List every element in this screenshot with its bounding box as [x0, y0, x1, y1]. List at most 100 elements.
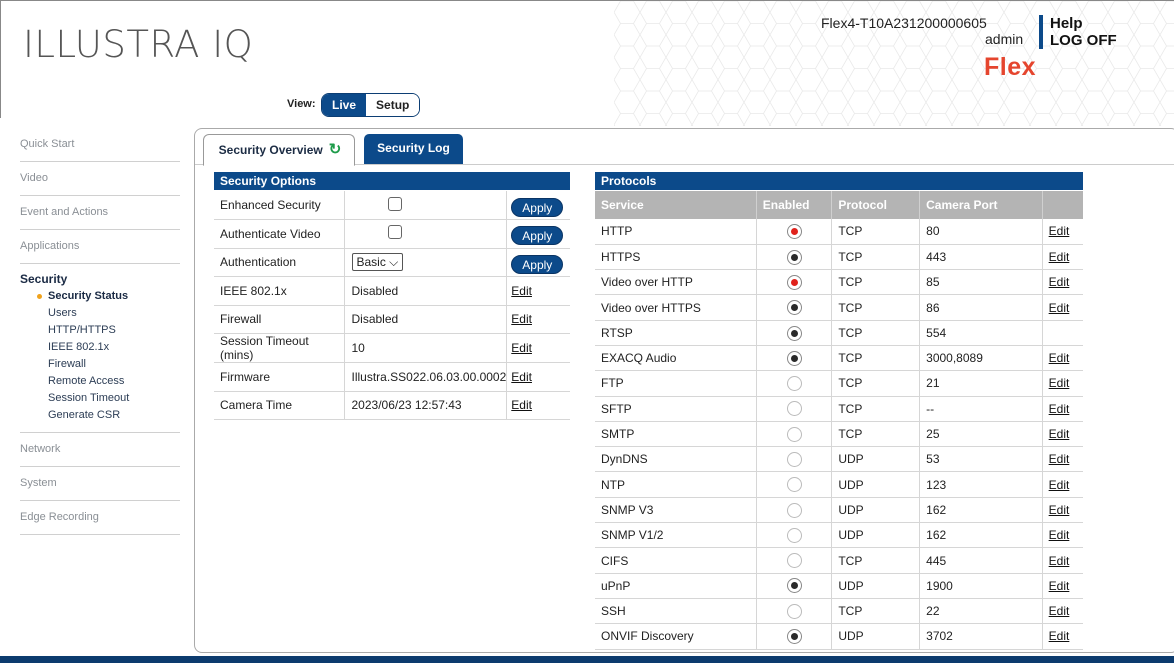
sidebar-item-system[interactable]: System: [20, 467, 180, 501]
option-checkbox[interactable]: [387, 196, 402, 211]
sidebar-subitem-users[interactable]: Users: [20, 305, 180, 322]
option-row: Firewall Disabled Edit: [214, 305, 570, 334]
protocol-row: CIFS TCP 445 Edit: [595, 547, 1083, 574]
edit-link[interactable]: Edit: [1049, 528, 1070, 542]
port-cell: --: [919, 396, 1043, 422]
enabled-cell: [756, 345, 833, 372]
enabled-radio-icon[interactable]: [786, 451, 802, 467]
apply-button[interactable]: Apply: [511, 226, 564, 246]
sidebar-item-event-and-actions[interactable]: Event and Actions: [20, 196, 180, 230]
sidebar-subitem-ieee[interactable]: IEEE 802.1x: [20, 339, 180, 356]
sidebar-item-edge-recording[interactable]: Edge Recording: [20, 501, 180, 535]
sidebar-item-security[interactable]: Security: [20, 264, 180, 288]
enabled-radio-icon[interactable]: [786, 603, 802, 619]
edit-link[interactable]: Edit: [1049, 376, 1070, 390]
edit-link[interactable]: Edit: [1049, 452, 1070, 466]
edit-link[interactable]: Edit: [1049, 554, 1070, 568]
edit-link[interactable]: Edit: [1049, 301, 1070, 315]
enabled-radio-icon[interactable]: [786, 426, 802, 442]
edit-link[interactable]: Edit: [1049, 224, 1070, 238]
edit-link[interactable]: Edit: [1049, 250, 1070, 264]
enabled-cell: [756, 320, 833, 346]
enabled-radio-icon[interactable]: [786, 401, 802, 417]
view-live-button[interactable]: Live: [322, 94, 367, 116]
apply-button[interactable]: Apply: [511, 254, 564, 274]
sidebar-subitem-remote-access[interactable]: Remote Access: [20, 373, 180, 390]
edit-link[interactable]: Edit: [1049, 351, 1070, 365]
sidebar-subitem-http-https[interactable]: HTTP/HTTPS: [20, 322, 180, 339]
protocol-row: SMTP TCP 25 Edit: [595, 421, 1083, 448]
enabled-radio-icon[interactable]: [786, 224, 802, 240]
sidebar-item-video[interactable]: Video: [20, 162, 180, 196]
port-cell: 123: [919, 471, 1043, 498]
refresh-icon[interactable]: ↻: [329, 141, 342, 158]
apply-button[interactable]: Apply: [511, 197, 564, 217]
flex-brand-logo: Flex: [984, 53, 1037, 81]
edit-link[interactable]: Edit: [511, 341, 532, 355]
option-checkbox[interactable]: [387, 225, 402, 240]
edit-link[interactable]: Edit: [511, 312, 532, 326]
service-cell: SNMP V1/2: [595, 522, 757, 549]
tab-security-log[interactable]: Security Log: [364, 134, 463, 164]
edit-link[interactable]: Edit: [1049, 275, 1070, 289]
enabled-radio-icon[interactable]: [786, 527, 802, 543]
edit-link[interactable]: Edit: [1049, 478, 1070, 492]
edit-link[interactable]: Edit: [1049, 579, 1070, 593]
enabled-radio-icon[interactable]: [786, 300, 802, 316]
protocol-cell: TCP: [831, 396, 921, 422]
action-cell: Edit: [1042, 573, 1083, 599]
sidebar-subitem-session-timeout[interactable]: Session Timeout: [20, 390, 180, 407]
sidebar-subitem-firewall[interactable]: Firewall: [20, 356, 180, 373]
enabled-radio-icon[interactable]: [786, 553, 802, 569]
sidebar-item-quick-start[interactable]: Quick Start: [20, 128, 180, 162]
enabled-radio-icon[interactable]: [786, 325, 802, 341]
enabled-radio-icon[interactable]: [786, 502, 802, 518]
enabled-radio-icon[interactable]: [786, 629, 802, 645]
sidebar-subitem-generate-csr[interactable]: Generate CSR: [20, 407, 180, 424]
enabled-radio-icon[interactable]: [786, 376, 802, 392]
port-cell: 22: [919, 598, 1043, 625]
edit-link[interactable]: Edit: [1049, 402, 1070, 416]
protocol-cell: UDP: [831, 497, 921, 524]
protocol-cell: TCP: [831, 320, 921, 346]
enabled-radio-icon[interactable]: [786, 249, 802, 265]
port-cell: 53: [919, 446, 1043, 473]
option-action-cell: Apply: [506, 191, 570, 220]
security-options-title: Security Options: [214, 172, 570, 190]
protocols-table: Service Enabled Protocol Camera Port HTT…: [595, 191, 1083, 650]
protocol-cell: UDP: [831, 522, 921, 549]
protocol-cell: TCP: [831, 269, 921, 296]
edit-link[interactable]: Edit: [1049, 604, 1070, 618]
edit-link[interactable]: Edit: [1049, 427, 1070, 441]
sidebar-subitem-security-status[interactable]: Security Status: [20, 288, 180, 305]
option-label: Authenticate Video: [214, 219, 345, 249]
action-cell: Edit: [1042, 244, 1083, 271]
protocol-cell: UDP: [831, 446, 921, 473]
edit-link[interactable]: Edit: [511, 284, 532, 298]
option-row: Firmware Illustra.SS022.06.03.00.0002 Ed…: [214, 362, 570, 392]
port-cell: 554: [919, 320, 1043, 346]
edit-link[interactable]: Edit: [511, 370, 532, 384]
sidebar-group-security: Security Security Status Users HTTP/HTTP…: [20, 264, 180, 433]
logoff-link[interactable]: LOG OFF: [1050, 32, 1117, 49]
service-cell: NTP: [595, 471, 757, 498]
protocol-row: Video over HTTPS TCP 86 Edit: [595, 294, 1083, 321]
enabled-radio-icon[interactable]: [786, 477, 802, 493]
service-cell: SNMP V3: [595, 497, 757, 524]
enabled-radio-icon[interactable]: [786, 578, 802, 594]
device-name: Flex4-T10A231200000605: [821, 15, 987, 31]
tab-security-overview[interactable]: Security Overview ↻: [203, 134, 355, 166]
sidebar-item-applications[interactable]: Applications: [20, 230, 180, 264]
edit-link[interactable]: Edit: [511, 398, 532, 412]
authentication-select[interactable]: Basic ⌵: [351, 253, 404, 272]
option-label: Firmware: [214, 362, 345, 392]
edit-link[interactable]: Edit: [1049, 503, 1070, 517]
service-cell: RTSP: [595, 320, 757, 346]
enabled-radio-icon[interactable]: [786, 274, 802, 290]
view-setup-button[interactable]: Setup: [366, 94, 420, 116]
help-link[interactable]: Help: [1050, 15, 1083, 32]
enabled-radio-icon[interactable]: [786, 350, 802, 366]
sidebar-item-network[interactable]: Network: [20, 433, 180, 467]
option-row: Authentication Basic ⌵ Apply: [214, 248, 570, 277]
edit-link[interactable]: Edit: [1049, 629, 1070, 643]
